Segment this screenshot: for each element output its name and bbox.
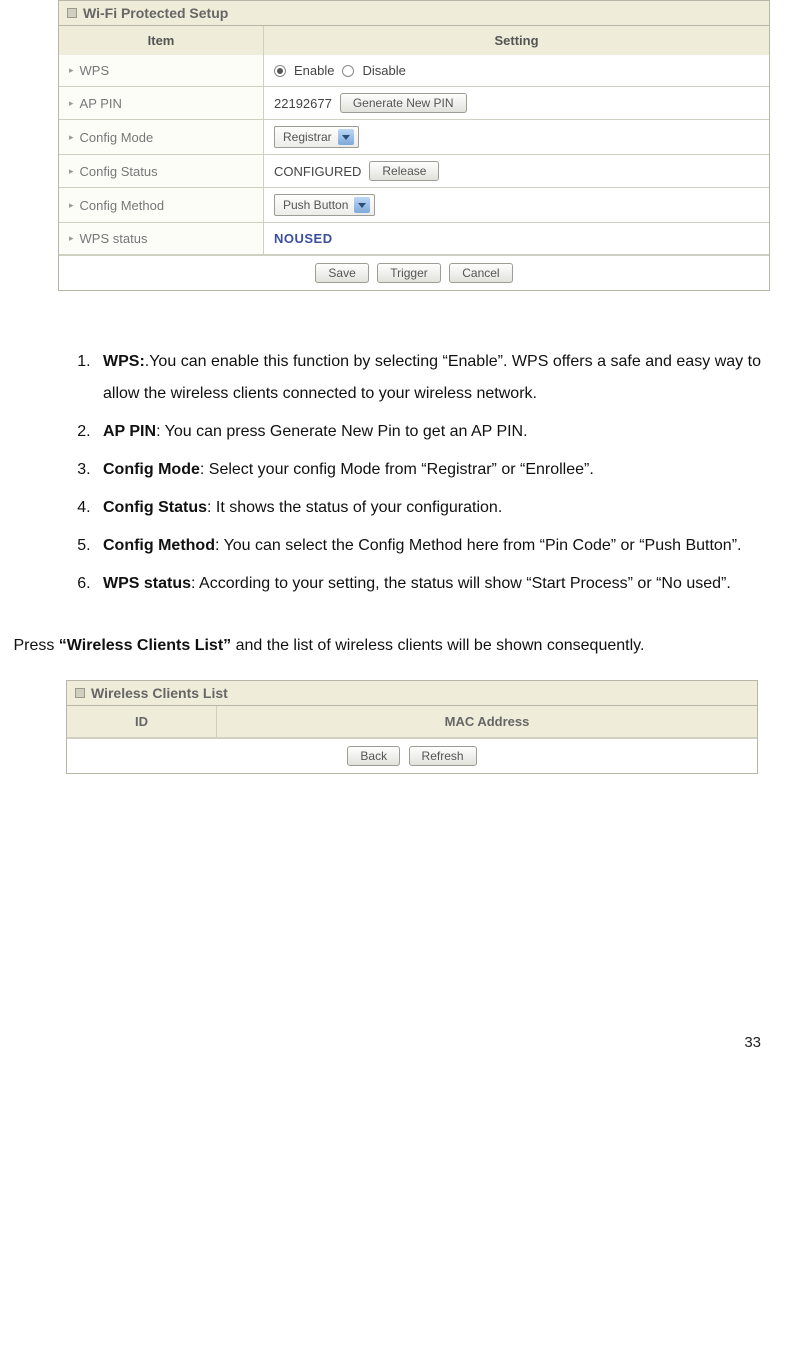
col-header-setting: Setting (264, 26, 769, 55)
square-icon (75, 688, 85, 698)
chevron-down-icon (338, 129, 354, 145)
paragraph: Press “Wireless Clients List” and the li… (9, 630, 761, 662)
row-config-status: ▸ Config Status CONFIGURED Release (59, 155, 769, 188)
chevron-right-icon: ▸ (69, 132, 74, 143)
setting-wps-status: NOUSED (264, 223, 769, 254)
chevron-right-icon: ▸ (69, 65, 74, 76)
radio-disable-label: Disable (362, 63, 405, 78)
cancel-button[interactable]: Cancel (449, 263, 512, 283)
wps-status-value: NOUSED (274, 231, 333, 246)
generate-new-pin-button[interactable]: Generate New PIN (340, 93, 467, 113)
setting-config-status: CONFIGURED Release (264, 155, 769, 187)
config-method-select[interactable]: Push Button (274, 194, 375, 216)
row-appin: ▸ AP PIN 22192677 Generate New PIN (59, 87, 769, 120)
label-config-mode: ▸ Config Mode (59, 120, 264, 154)
label-appin: ▸ AP PIN (59, 87, 264, 119)
radio-enable-label: Enable (294, 63, 334, 78)
setting-config-method: Push Button (264, 188, 769, 222)
chevron-right-icon: ▸ (69, 233, 74, 244)
chevron-right-icon: ▸ (69, 200, 74, 211)
label-config-status: ▸ Config Status (59, 155, 264, 187)
setting-wps: Enable Disable (264, 55, 769, 86)
row-config-mode: ▸ Config Mode Registrar (59, 120, 769, 155)
chevron-down-icon (354, 197, 370, 213)
square-icon (67, 8, 77, 18)
config-status-value: CONFIGURED (274, 164, 361, 179)
wps-panel-header: Wi-Fi Protected Setup (59, 1, 769, 26)
release-button[interactable]: Release (369, 161, 439, 181)
list-item: Config Status: It shows the status of yo… (95, 492, 761, 524)
table-header-row: Item Setting (59, 26, 769, 55)
list-item: Config Method: You can select the Config… (95, 530, 761, 562)
radio-disable[interactable] (342, 65, 354, 77)
list-item: WPS status: According to your setting, t… (95, 568, 761, 600)
row-config-method: ▸ Config Method Push Button (59, 188, 769, 223)
row-wps: ▸ WPS Enable Disable (59, 55, 769, 87)
wps-panel-title: Wi-Fi Protected Setup (83, 5, 228, 21)
row-wps-status: ▸ WPS status NOUSED (59, 223, 769, 255)
description-list: WPS:.You can enable this function by sel… (20, 346, 761, 600)
appin-value: 22192677 (274, 96, 332, 111)
panel-footer: Save Trigger Cancel (59, 255, 769, 290)
list-item: Config Mode: Select your config Mode fro… (95, 454, 761, 486)
wcl-header-row: ID MAC Address (67, 706, 757, 738)
chevron-right-icon: ▸ (69, 98, 74, 109)
radio-enable[interactable] (274, 65, 286, 77)
list-item: AP PIN: You can press Generate New Pin t… (95, 416, 761, 448)
label-config-method: ▸ Config Method (59, 188, 264, 222)
save-button[interactable]: Save (315, 263, 368, 283)
col-header-mac: MAC Address (217, 706, 757, 737)
trigger-button[interactable]: Trigger (377, 263, 441, 283)
label-wps: ▸ WPS (59, 55, 264, 86)
list-item: WPS:.You can enable this function by sel… (95, 346, 761, 410)
wcl-footer: Back Refresh (67, 738, 757, 773)
refresh-button[interactable]: Refresh (409, 746, 477, 766)
setting-config-mode: Registrar (264, 120, 769, 154)
wcl-panel-header: Wireless Clients List (67, 681, 757, 706)
setting-appin: 22192677 Generate New PIN (264, 87, 769, 119)
wps-panel: Wi-Fi Protected Setup Item Setting ▸ WPS… (58, 0, 770, 291)
wcl-panel-title: Wireless Clients List (91, 685, 228, 701)
config-mode-select[interactable]: Registrar (274, 126, 359, 148)
col-header-id: ID (67, 706, 217, 737)
page-number: 33 (0, 1034, 787, 1051)
chevron-right-icon: ▸ (69, 166, 74, 177)
label-wps-status: ▸ WPS status (59, 223, 264, 254)
back-button[interactable]: Back (347, 746, 400, 766)
col-header-item: Item (59, 26, 264, 55)
wireless-clients-panel: Wireless Clients List ID MAC Address Bac… (66, 680, 758, 774)
